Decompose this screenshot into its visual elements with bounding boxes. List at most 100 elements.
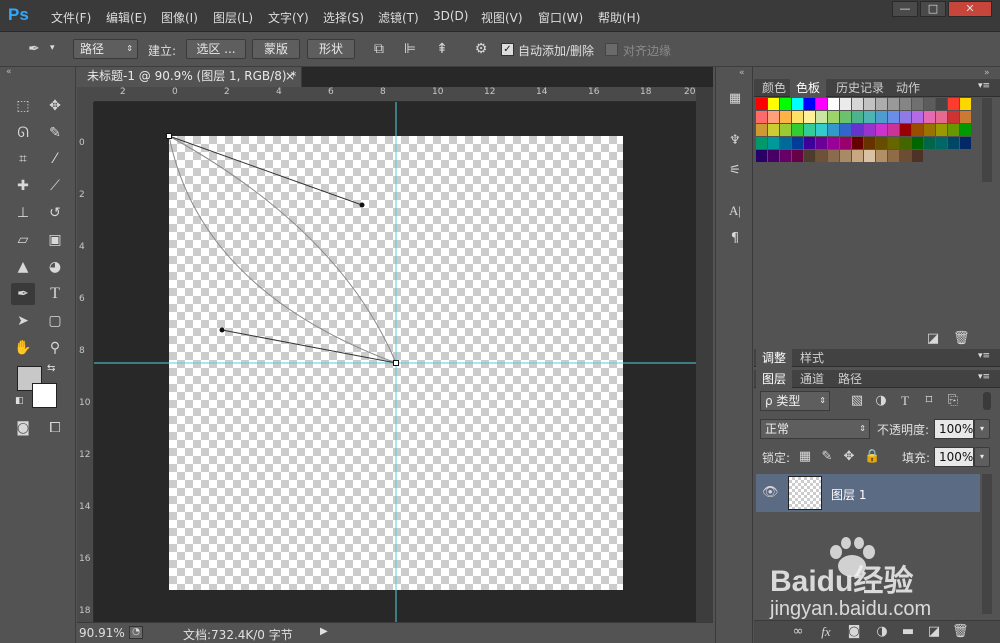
tab-channels[interactable]: 通道 bbox=[794, 370, 830, 388]
info-panel-icon[interactable]: ▦ bbox=[724, 91, 746, 106]
color-swatch[interactable] bbox=[864, 111, 875, 123]
color-swatch[interactable] bbox=[792, 111, 803, 123]
character-panel-icon[interactable]: A| bbox=[724, 203, 746, 219]
filter-toggle-switch[interactable] bbox=[983, 392, 991, 410]
color-swatch[interactable] bbox=[768, 137, 779, 149]
color-swatch[interactable] bbox=[864, 124, 875, 136]
filter-smart-object-icon[interactable]: ⎘ bbox=[946, 393, 960, 408]
fill-dropdown-icon[interactable]: ▾ bbox=[974, 447, 990, 467]
color-swatch[interactable] bbox=[804, 98, 815, 110]
collapse-dock-icon[interactable]: » bbox=[984, 68, 990, 78]
color-swatch[interactable] bbox=[852, 124, 863, 136]
color-swatch[interactable] bbox=[768, 111, 779, 123]
direction-handle[interactable] bbox=[219, 327, 225, 333]
anchor-point[interactable] bbox=[166, 133, 172, 139]
vertical-scrollbar[interactable] bbox=[696, 87, 713, 622]
tab-history[interactable]: 历史记录 bbox=[830, 79, 890, 97]
color-swatch[interactable] bbox=[780, 111, 791, 123]
color-swatch[interactable] bbox=[852, 98, 863, 110]
tab-adjustments[interactable]: 调整 bbox=[756, 349, 793, 367]
path-segment-left[interactable] bbox=[168, 135, 397, 364]
color-swatch[interactable] bbox=[756, 98, 767, 110]
color-swatch[interactable] bbox=[828, 111, 839, 123]
color-swatch[interactable] bbox=[804, 137, 815, 149]
color-swatch[interactable] bbox=[864, 137, 875, 149]
color-swatch[interactable] bbox=[924, 137, 935, 149]
color-swatch[interactable] bbox=[948, 124, 959, 136]
color-swatch[interactable] bbox=[840, 124, 851, 136]
color-swatch[interactable] bbox=[816, 98, 827, 110]
color-swatch[interactable] bbox=[780, 124, 791, 136]
lock-position-icon[interactable]: ✥ bbox=[842, 449, 856, 464]
swatch-scrollbar[interactable] bbox=[982, 98, 992, 182]
color-swatch[interactable] bbox=[792, 150, 803, 162]
color-swatch[interactable] bbox=[852, 111, 863, 123]
color-swatch[interactable] bbox=[948, 111, 959, 123]
color-swatch[interactable] bbox=[888, 150, 899, 162]
color-swatch[interactable] bbox=[768, 124, 779, 136]
direction-handle[interactable] bbox=[359, 202, 365, 208]
trash-icon[interactable]: 🗑 bbox=[953, 331, 970, 346]
color-swatch[interactable] bbox=[900, 137, 911, 149]
lock-all-icon[interactable]: 🔒 bbox=[864, 449, 880, 464]
eye-visibility-icon[interactable]: 👁 bbox=[762, 485, 779, 500]
color-swatch[interactable] bbox=[816, 111, 827, 123]
color-swatch[interactable] bbox=[840, 150, 851, 162]
color-swatch[interactable] bbox=[828, 150, 839, 162]
color-swatch[interactable] bbox=[912, 98, 923, 110]
color-swatch[interactable] bbox=[780, 98, 791, 110]
tab-styles[interactable]: 样式 bbox=[794, 349, 830, 367]
color-swatch[interactable] bbox=[936, 111, 947, 123]
color-swatch[interactable] bbox=[876, 137, 887, 149]
color-swatch[interactable] bbox=[852, 137, 863, 149]
status-arrow-icon[interactable]: ▶ bbox=[320, 626, 328, 637]
status-menu-icon[interactable]: ◔ bbox=[129, 626, 143, 639]
tab-color[interactable]: 颜色 bbox=[756, 79, 792, 97]
layers-scrollbar[interactable] bbox=[982, 474, 992, 614]
filter-pixel-icon[interactable]: ▧ bbox=[850, 393, 864, 408]
color-swatch[interactable] bbox=[948, 98, 959, 110]
zoom-level[interactable]: 90.91% bbox=[79, 626, 125, 640]
delete-layer-icon[interactable]: 🗑 bbox=[952, 624, 969, 639]
layer-style-icon[interactable]: fx bbox=[818, 624, 834, 640]
color-swatch[interactable] bbox=[960, 98, 971, 110]
color-swatch[interactable] bbox=[960, 111, 971, 123]
color-swatch[interactable] bbox=[936, 124, 947, 136]
lock-image-icon[interactable]: ✎ bbox=[820, 449, 834, 464]
color-swatch[interactable] bbox=[888, 98, 899, 110]
filter-adjustment-icon[interactable]: ◑ bbox=[874, 393, 888, 408]
filter-type-icon[interactable]: T bbox=[898, 393, 912, 409]
color-swatch[interactable] bbox=[816, 137, 827, 149]
brushes-panel-icon[interactable]: ♆ bbox=[724, 133, 746, 148]
add-mask-icon[interactable]: ◙ bbox=[846, 624, 862, 639]
color-swatch[interactable] bbox=[876, 124, 887, 136]
color-swatch[interactable] bbox=[900, 124, 911, 136]
new-layer-icon[interactable]: ◪ bbox=[926, 624, 942, 639]
color-swatch[interactable] bbox=[876, 111, 887, 123]
color-swatch[interactable] bbox=[756, 150, 767, 162]
opacity-dropdown-icon[interactable]: ▾ bbox=[974, 419, 990, 439]
color-swatch[interactable] bbox=[888, 124, 899, 136]
color-swatch[interactable] bbox=[828, 124, 839, 136]
color-swatch[interactable] bbox=[792, 98, 803, 110]
fill-input[interactable]: 100% bbox=[934, 447, 974, 467]
panel-menu-icon[interactable]: ▾≡ bbox=[978, 81, 990, 91]
color-swatch[interactable] bbox=[840, 137, 851, 149]
tab-actions[interactable]: 动作 bbox=[890, 79, 926, 97]
collapse-strip-icon[interactable]: « bbox=[739, 68, 745, 78]
color-swatch[interactable] bbox=[792, 137, 803, 149]
tab-swatches[interactable]: 色板 bbox=[790, 79, 827, 97]
color-swatch[interactable] bbox=[756, 124, 767, 136]
link-layers-icon[interactable]: ∞ bbox=[790, 624, 806, 639]
color-swatch[interactable] bbox=[804, 150, 815, 162]
color-swatch[interactable] bbox=[756, 111, 767, 123]
tab-layers[interactable]: 图层 bbox=[756, 370, 793, 388]
color-swatch[interactable] bbox=[828, 137, 839, 149]
layer-thumbnail[interactable] bbox=[788, 476, 822, 510]
color-swatch[interactable] bbox=[960, 124, 971, 136]
color-swatch[interactable] bbox=[912, 124, 923, 136]
color-swatch[interactable] bbox=[924, 98, 935, 110]
color-swatch[interactable] bbox=[900, 111, 911, 123]
color-swatch[interactable] bbox=[924, 111, 935, 123]
color-swatch[interactable] bbox=[780, 150, 791, 162]
